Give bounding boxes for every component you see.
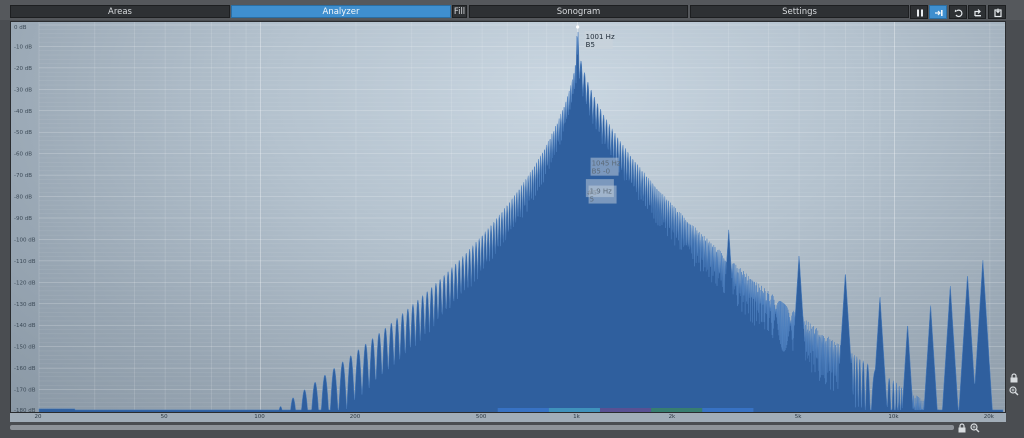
y-tick-label: -150 dB (14, 345, 36, 351)
y-tick-label: -60 dB (14, 152, 32, 158)
freeze-icon[interactable] (929, 5, 947, 19)
y-tick-label: -110 dB (14, 259, 36, 265)
y-tick-label: -160 dB (14, 366, 36, 372)
peak-label-note: 5 (590, 196, 594, 204)
y-tick-label: -30 dB (14, 87, 32, 93)
export-icon[interactable] (988, 5, 1006, 19)
peak-label-note: B5 (586, 41, 595, 49)
y-axis-labels: 0 dB -10 dB -20 dB -30 dB -40 dB -50 dB -60 dB… (14, 25, 36, 412)
x-tick-label: 1k (573, 414, 580, 420)
peak-label: 1.9 Hz5 (588, 185, 617, 204)
y-tick-label: -170 dB (14, 388, 36, 394)
spectrum-plot[interactable]: 0 dB -10 dB -20 dB -30 dB -40 dB -50 dB -60 dB… (11, 22, 1006, 413)
peak-label-frequency: 1045 Hz (592, 160, 621, 168)
y-tick-label: 0 dB (14, 25, 27, 31)
peak-label: 1045 HzB5 -0 (590, 157, 621, 176)
zoom-icon[interactable] (1009, 386, 1019, 396)
peak-label-frequency: 1001 Hz (586, 33, 615, 41)
y-tick-label: -140 dB (14, 323, 36, 329)
x-axis: 20 50 100 200 500 1k 2k 5k 10k 20k (10, 413, 1006, 422)
peak-label-frequency: 1.9 Hz (590, 188, 613, 196)
tab-settings[interactable]: Settings (690, 5, 909, 18)
undo-icon[interactable] (949, 5, 967, 19)
scrollbar-thumb[interactable] (10, 425, 954, 430)
x-tick-label: 500 (475, 414, 487, 420)
y-tick-label: -130 dB (14, 302, 36, 308)
tab-analyzer[interactable]: Analyzer (231, 5, 451, 18)
horizontal-scrollbar[interactable] (10, 425, 954, 430)
x-tick-label: 5k (794, 414, 802, 420)
pause-icon[interactable] (910, 5, 928, 19)
peak-marker (576, 25, 580, 29)
tab-sonogram[interactable]: Sonogram (469, 5, 688, 18)
lock-icon[interactable] (957, 423, 967, 433)
peak-label-note: B5 -0 (592, 168, 610, 176)
y-tick-label: -20 dB (14, 66, 32, 72)
x-tick-label: 100 (254, 414, 265, 420)
tab-areas[interactable]: Areas (10, 5, 230, 18)
tab-fill[interactable]: Fill (452, 5, 467, 18)
y-tick-label: -80 dB (14, 195, 32, 201)
x-tick-label: 20k (983, 414, 994, 420)
x-tick-label: 2k (668, 414, 676, 420)
y-tick-label: -120 dB (14, 280, 36, 286)
lock-icon[interactable] (1009, 373, 1019, 383)
y-tick-label: -40 dB (14, 109, 32, 115)
x-tick-label: 10k (888, 414, 899, 420)
peak-label: 1001 HzB5 (584, 31, 615, 49)
y-tick-label: -50 dB (14, 130, 32, 136)
toolbar: Areas Analyzer Fill Sonogram Settings (0, 0, 1024, 20)
share-icon[interactable] (968, 5, 986, 19)
y-tick-label: -90 dB (14, 216, 32, 222)
y-tick-label: -100 dB (14, 237, 36, 243)
x-tick-label: 200 (349, 414, 361, 420)
x-tick-label: 20 (34, 414, 42, 420)
y-tick-label: -10 dB (14, 44, 32, 50)
y-tick-label: -70 dB (14, 173, 32, 179)
x-tick-label: 50 (160, 414, 168, 420)
spectrum-analyzer[interactable]: 0 dB -10 dB -20 dB -30 dB -40 dB -50 dB -60 dB… (10, 21, 1006, 413)
zoom-icon[interactable] (970, 423, 980, 433)
